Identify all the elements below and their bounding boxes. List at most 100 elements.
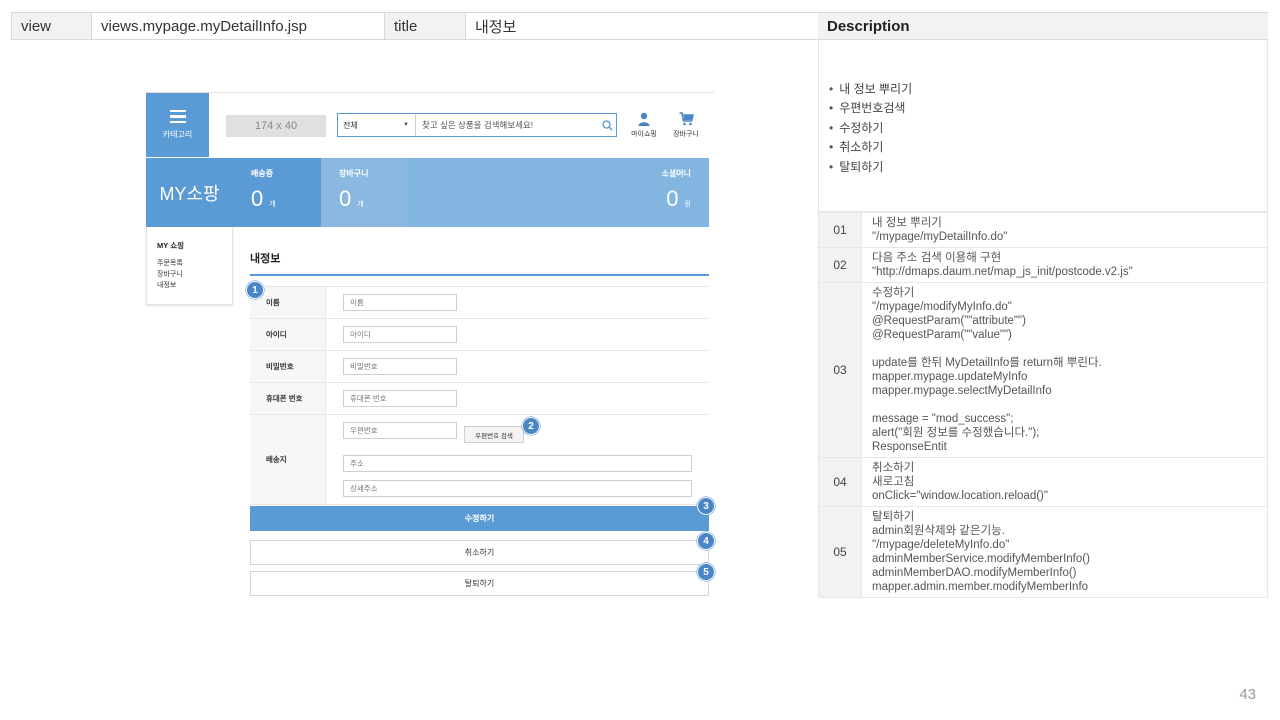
stat-label: 배송중	[251, 169, 274, 178]
sidebar-heading: MY 쇼핑	[157, 241, 184, 250]
description-summary: 내 정보 뿌리기 우편번호검색 수정하기 취소하기 탈퇴하기	[818, 40, 1268, 212]
modify-button[interactable]: 수정하기	[250, 506, 709, 531]
summary-item: 내 정보 뿌리기	[829, 80, 1267, 99]
row-line: onClick="window.location.reload()"	[872, 490, 1048, 502]
row-line: admin회원삭제와 같은기능.	[872, 525, 1005, 537]
stat-cart[interactable]: 장바구니 0개	[321, 158, 409, 227]
row-line: ResponseEntit	[872, 441, 947, 453]
row-line: 탈퇴하기	[872, 511, 915, 523]
annotation-badge: 1	[246, 281, 264, 299]
id-input[interactable]: 아이디	[343, 326, 457, 343]
annotation-badge: 3	[697, 497, 715, 515]
cart-link[interactable]: 장바구니	[670, 112, 702, 139]
stat-label: 장바구니	[339, 169, 369, 178]
row-line: @RequestParam(""value"")	[872, 329, 1012, 341]
stat-value: 0	[666, 186, 679, 211]
description-title: Description	[818, 12, 1268, 40]
row-line: 내 정보 뿌리기	[872, 217, 942, 229]
mypage-label: 마이쇼핑	[631, 131, 657, 138]
stat-value: 0	[251, 186, 264, 211]
row-number: 01	[819, 213, 862, 247]
withdraw-button[interactable]: 탈퇴하기	[250, 571, 709, 596]
stat-unit: 원	[684, 201, 691, 208]
row-line: "http://dmaps.daum.net/map_js_init/postc…	[872, 266, 1133, 278]
search-input[interactable]: 찾고 싶은 상품을 검색해보세요!	[416, 119, 598, 131]
stats-bar: MY소팡 배송중 0개 장바구니 0개 소셜머니 0원	[146, 158, 709, 227]
row-line	[872, 398, 1267, 412]
row-line: adminMemberService.modifyMemberInfo()	[872, 553, 1090, 565]
summary-item: 취소하기	[829, 138, 1267, 157]
name-input[interactable]: 이름	[343, 294, 457, 311]
mock-ui: 카테고리 174 x 40 전체 ▼ 찾고 싶은 상품을 검색해보세요! 마이쇼…	[146, 92, 715, 612]
row-line: message = "mod_success";	[872, 413, 1014, 425]
summary-item: 탈퇴하기	[829, 158, 1267, 177]
logo-placeholder: 174 x 40	[226, 115, 326, 137]
field-label: 아이디	[250, 319, 326, 350]
row-line: mapper.mypage.updateMyInfo	[872, 371, 1028, 383]
search-category-value: 전체	[343, 120, 358, 130]
form-row-name: 이름 이름	[250, 287, 709, 319]
category-label: 카테고리	[162, 130, 193, 139]
mypage-link[interactable]: 마이쇼핑	[628, 112, 660, 139]
stat-unit: 개	[269, 201, 276, 208]
page-title: 내정보	[250, 253, 281, 265]
sidebar-item-myinfo[interactable]: 내정보	[157, 280, 232, 291]
description-row: 04 취소하기 새로고침 onClick="window.location.reloa…	[818, 458, 1268, 507]
divider	[146, 92, 714, 93]
phone-input[interactable]: 휴대폰 번호	[343, 390, 457, 407]
view-value: views.mypage.myDetailInfo.jsp	[92, 13, 385, 39]
annotation-badge: 4	[697, 532, 715, 550]
summary-item: 수정하기	[829, 119, 1267, 138]
stat-shipping[interactable]: 배송중 0개	[233, 158, 321, 227]
annotation-badge: 5	[697, 563, 715, 581]
chevron-down-icon: ▼	[403, 122, 409, 128]
title-key: title	[385, 13, 466, 39]
row-line: "/mypage/modifyMyInfo.do"	[872, 301, 1012, 313]
annotation-badge: 2	[522, 417, 540, 435]
view-key: view	[11, 13, 92, 39]
field-label: 비밀번호	[250, 351, 326, 382]
stat-value: 0	[339, 186, 352, 211]
row-line: 수정하기	[872, 287, 915, 299]
description-rows: 01 내 정보 뿌리기 "/mypage/myDetailInfo.do" 02 다음 …	[818, 212, 1268, 598]
stat-social-money[interactable]: 소셜머니 0원	[409, 158, 709, 227]
row-line	[872, 342, 1267, 356]
zipcode-input[interactable]: 우편번호	[343, 422, 457, 439]
row-line: adminMemberDAO.modifyMemberInfo()	[872, 567, 1077, 579]
form-row-id: 아이디 아이디	[250, 319, 709, 351]
sidebar-item-orders[interactable]: 주문목록	[157, 258, 232, 269]
field-label: 휴대폰 번호	[250, 383, 326, 414]
row-number: 02	[819, 248, 862, 282]
row-line: "/mypage/deleteMyInfo.do"	[872, 539, 1010, 551]
cart-label: 장바구니	[673, 131, 699, 138]
row-number: 05	[819, 507, 862, 597]
password-input[interactable]: 비밀번호	[343, 358, 457, 375]
search-category-select[interactable]: 전체 ▼	[338, 114, 416, 136]
row-line: @RequestParam(""attribute"")	[872, 315, 1026, 327]
search-icon[interactable]	[598, 119, 616, 131]
description-row: 02 다음 주소 검색 이용해 구현 "http://dmaps.daum.net/…	[818, 248, 1268, 283]
address-detail-input[interactable]: 상세주소	[343, 480, 692, 497]
zipcode-search-button[interactable]: 우편번호 검색	[464, 426, 524, 443]
form-row-phone: 휴대폰 번호 휴대폰 번호	[250, 383, 709, 415]
info-form: 이름 이름 아이디 아이디 비밀번호 비밀번호 휴대폰 번호 휴대폰 번호 배송…	[250, 286, 709, 505]
description-row: 01 내 정보 뿌리기 "/mypage/myDetailInfo.do"	[818, 213, 1268, 248]
spec-header: view views.mypage.myDetailInfo.jsp title…	[11, 12, 819, 40]
description-row: 03 수정하기 "/mypage/modifyMyInfo.do" @RequestP…	[818, 283, 1268, 458]
address-input[interactable]: 주소	[343, 455, 692, 472]
sidebar-item-cart[interactable]: 장바구니	[157, 269, 232, 280]
user-icon	[638, 112, 650, 126]
page-number: 43	[1239, 686, 1256, 703]
menu-icon	[169, 110, 186, 123]
row-line: update를 한뒤 MyDetailInfo를 return해 뿌린다.	[872, 357, 1102, 369]
row-number: 03	[819, 283, 862, 457]
stats-title: MY소팡	[146, 158, 233, 227]
summary-item: 우편번호검색	[829, 99, 1267, 118]
title-value: 내정보	[475, 18, 517, 36]
field-label: 배송지	[250, 415, 326, 504]
row-line: mapper.mypage.selectMyDetailInfo	[872, 385, 1052, 397]
category-button[interactable]: 카테고리	[146, 93, 209, 157]
row-line: 다음 주소 검색 이용해 구현	[872, 252, 1002, 264]
cancel-button[interactable]: 취소하기	[250, 540, 709, 565]
search-bar: 전체 ▼ 찾고 싶은 상품을 검색해보세요!	[337, 113, 617, 137]
